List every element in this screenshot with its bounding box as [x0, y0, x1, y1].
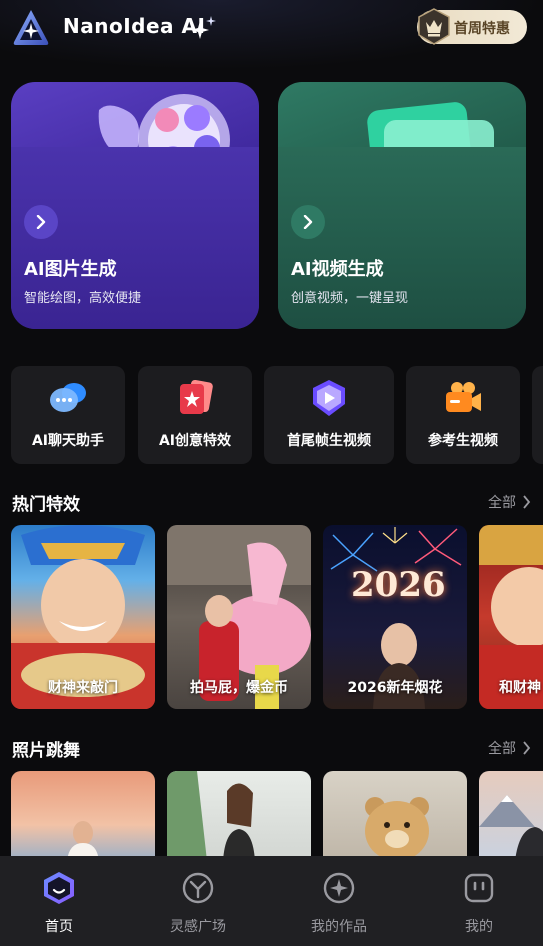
effect-tile[interactable]: 拍马屁，爆金币 [167, 525, 311, 709]
nav-item-home[interactable]: 首页 [0, 856, 127, 946]
home-face-icon [44, 872, 74, 904]
video-camera-icon [446, 382, 481, 412]
ai-image-generation-card[interactable]: AI图片生成 智能绘图，高效便捷 [11, 82, 259, 329]
nav-label: 首页 [45, 919, 73, 935]
all-label: 全部 [488, 495, 516, 511]
profile-face-icon [464, 873, 494, 903]
chevron-right-icon[interactable] [24, 205, 58, 239]
dance-thumbnail [167, 771, 255, 861]
app-title: NanoIdea AI [63, 14, 206, 38]
photo-dance-all-link[interactable]: 全部 [488, 738, 531, 758]
fireworks-2026-text: 2026 [351, 565, 446, 605]
nav-item-inspiration[interactable]: 灵感广场 [130, 856, 266, 946]
star-cards-icon [180, 379, 213, 414]
card-subtitle: 智能绘图，高效便捷 [24, 291, 142, 306]
tool-reference-video[interactable]: 参考生视频 [406, 366, 520, 464]
card-title: AI视频生成 [291, 259, 384, 280]
inspiration-y-icon [182, 872, 214, 904]
tool-ai-chat-assistant[interactable]: AI聊天助手 [11, 366, 125, 464]
ai-video-generation-card[interactable]: AI视频生成 创意视频，一键呈现 [278, 82, 526, 329]
nav-label: 我的 [465, 919, 493, 935]
dance-tile[interactable] [323, 771, 467, 861]
nav-item-my-works[interactable]: 我的作品 [271, 856, 407, 946]
first-week-promo-button[interactable]: 首周特惠 [417, 8, 527, 45]
tool-label: 首尾帧生视频 [287, 433, 371, 449]
promo-label: 首周特惠 [454, 21, 510, 37]
chevron-right-icon [523, 741, 531, 755]
sparkle-icon [191, 16, 216, 39]
dance-thumbnail [479, 795, 543, 861]
nav-item-me[interactable]: 我的 [411, 856, 543, 946]
app-header: NanoIdea AI 首周特惠 [0, 0, 543, 56]
bottom-navigation: 首页 灵感广场 我的作品 我的 [0, 856, 543, 946]
dance-thumbnail [365, 797, 429, 861]
effect-caption: 和财神 [499, 680, 541, 696]
nav-label: 灵感广场 [170, 919, 226, 935]
dance-tile[interactable] [11, 771, 155, 861]
section-title-hot-effects: 热门特效 [12, 495, 80, 515]
tool-partial[interactable] [532, 366, 543, 464]
effect-caption: 2026新年烟花 [347, 680, 443, 696]
effect-tile[interactable]: 财神来敲门 [11, 525, 155, 709]
tool-label: AI创意特效 [158, 433, 232, 449]
effect-caption: 拍马屁，爆金币 [190, 680, 288, 696]
all-label: 全部 [488, 741, 516, 757]
card-subtitle: 创意视频，一键呈现 [291, 291, 409, 306]
effect-tile[interactable]: 2026 2026新年烟花 [323, 525, 467, 709]
tool-first-last-frame-video[interactable]: 首尾帧生视频 [264, 366, 394, 464]
card-title: AI图片生成 [24, 259, 117, 280]
chat-bubbles-icon [50, 383, 86, 412]
section-title-photo-dance: 照片跳舞 [12, 741, 80, 761]
chevron-right-icon [523, 495, 531, 509]
tool-label: 参考生视频 [428, 433, 498, 449]
hot-effects-all-link[interactable]: 全部 [488, 492, 531, 512]
video-shield-icon [313, 380, 345, 416]
crown-badge-icon [418, 8, 450, 45]
effect-tile[interactable]: 和财神 [479, 525, 543, 709]
dance-tile[interactable] [167, 771, 311, 861]
tool-label: AI聊天助手 [31, 433, 105, 449]
sparkle-works-icon [323, 872, 355, 904]
nanoidea-logo-icon [13, 10, 49, 45]
nav-label: 我的作品 [311, 919, 367, 935]
effect-caption: 财神来敲门 [48, 680, 118, 696]
tool-ai-creative-effects[interactable]: AI创意特效 [138, 366, 252, 464]
dance-thumbnail [67, 821, 99, 861]
chevron-right-icon[interactable] [291, 205, 325, 239]
dance-tile[interactable] [479, 771, 543, 861]
